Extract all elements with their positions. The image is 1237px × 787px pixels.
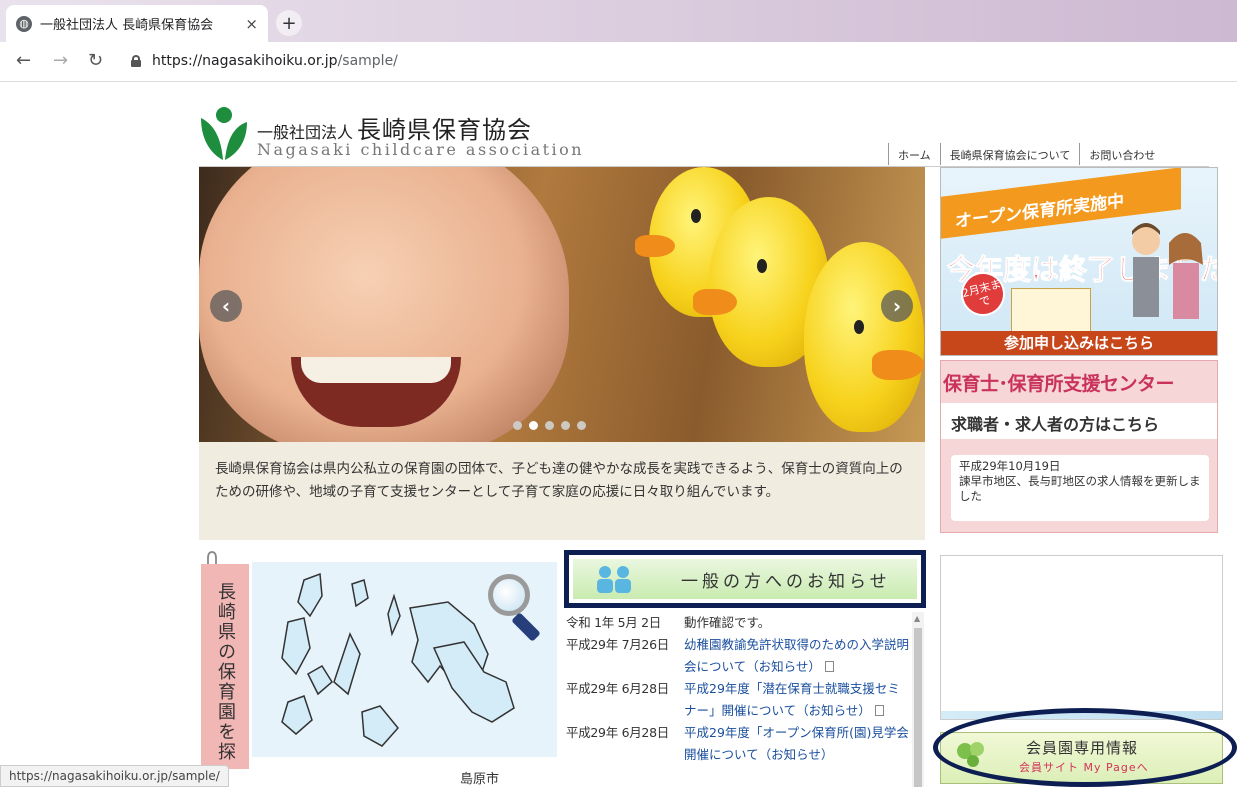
tab-title: 一般社団法人 長崎県保育協会: [40, 18, 214, 33]
support-news-date: 平成29年10月19日: [959, 459, 1061, 473]
list-item[interactable]: 平成29年 6月28日 平成29年度「潜在保育士就職支援セミナー」開催について（…: [566, 678, 912, 722]
site-subtitle: Nagasaki childcare association: [257, 140, 585, 159]
slider-dot-active[interactable]: [529, 421, 538, 430]
support-center-news[interactable]: 平成29年10月19日 諫早市地区、長与町地区の求人情報を更新しました: [951, 455, 1209, 521]
news-link[interactable]: 平成29年度「潜在保育士就職支援セミナー」開催について（お知らせ）: [684, 678, 912, 722]
nursery-building-icon: [1011, 288, 1091, 332]
sidebar-blank-banner: [940, 555, 1223, 720]
top-nav: ホーム 長崎県保育協会について お問い合わせ: [888, 143, 1164, 165]
general-notice-header[interactable]: 一般の方へのお知らせ: [564, 550, 926, 608]
staff-illustration-icon: [1132, 223, 1203, 319]
notice-heading: 一般の方へのお知らせ: [681, 571, 891, 592]
close-tab-icon[interactable]: ×: [245, 15, 258, 33]
browser-tab-bar: ◍ 一般社団法人 長崎県保育協会 × +: [0, 0, 1237, 42]
notice-list: 令和 1年 5月 2日 動作確認です。 平成29年 7月26日 幼稚園教諭免許状…: [566, 612, 912, 787]
slider-next-button[interactable]: ›: [881, 290, 913, 322]
url-field[interactable]: https://nagasakihoiku.or.jp/sample/: [152, 53, 398, 69]
open-nursery-banner[interactable]: オープン保育所実施中 今年度は終了しました 2月末まで 参加申し込みはこちら: [940, 167, 1218, 356]
slider-dot[interactable]: [513, 421, 522, 430]
hero-slider[interactable]: [199, 167, 925, 442]
document-icon: [874, 705, 884, 716]
scroll-up-icon[interactable]: ▲: [914, 614, 920, 623]
support-center-banner[interactable]: 保育士･保育所支援センター 求職者・求人者の方はこちら 平成29年10月19日 …: [940, 360, 1218, 533]
status-bar-url: https://nagasakihoiku.or.jp/sample/: [0, 765, 229, 787]
slider-dot[interactable]: [561, 421, 570, 430]
list-item[interactable]: 令和 1年 5月 2日 動作確認です。: [566, 612, 912, 634]
map-city-label[interactable]: 島原市: [460, 768, 499, 787]
back-arrow-icon[interactable]: ←: [16, 50, 31, 71]
document-icon: [824, 661, 834, 672]
news-link[interactable]: 幼稚園教諭免許状取得のための入学説明会について（お知らせ）: [684, 634, 912, 678]
globe-icon: ◍: [16, 15, 32, 32]
list-item[interactable]: 平成29年 7月26日 幼稚園教諭免許状取得のための入学説明会について（お知らせ…: [566, 634, 912, 678]
news-date: 平成29年 6月28日: [566, 725, 669, 740]
reload-icon[interactable]: ↻: [88, 50, 103, 71]
nav-contact[interactable]: お問い合わせ: [1079, 143, 1164, 165]
search-magnifier-icon[interactable]: [488, 574, 530, 616]
forward-arrow-icon[interactable]: →: [53, 50, 68, 71]
intro-text: 長崎県保育協会は県内公私立の保育園の団体で、子ども達の健やかな成長を実践できるよ…: [199, 442, 925, 540]
leaf-logo-icon[interactable]: [199, 104, 249, 162]
news-link[interactable]: 平成29年度「オープン保育所(園)見学会開催について（お知らせ）: [684, 722, 912, 766]
slider-prev-button[interactable]: ‹: [210, 290, 242, 322]
slider-dots: [513, 421, 586, 430]
news-link[interactable]: 動作確認です。: [684, 612, 912, 634]
support-center-subtitle: 求職者・求人者の方はこちら: [941, 403, 1217, 439]
news-date: 平成29年 7月26日: [566, 637, 669, 652]
support-center-title: 保育士･保育所支援センター: [943, 373, 1175, 395]
address-bar: ← → ↻ https://nagasakihoiku.or.jp/sample…: [0, 42, 1237, 82]
support-news-text: 諫早市地区、長与町地区の求人情報を更新しました: [959, 474, 1201, 503]
new-tab-button[interactable]: +: [276, 10, 302, 36]
news-date: 平成29年 6月28日: [566, 681, 669, 696]
list-item[interactable]: 平成29年 6月28日 平成29年度「オープン保育所(園)見学会開催について（お…: [566, 722, 912, 766]
browser-tab[interactable]: ◍ 一般社団法人 長崎県保育協会 ×: [6, 5, 268, 42]
slider-dot[interactable]: [545, 421, 554, 430]
nav-home[interactable]: ホーム: [888, 143, 940, 165]
hero-child-image: [199, 167, 569, 442]
lock-icon: [131, 55, 141, 67]
nav-about[interactable]: 長崎県保育協会について: [939, 143, 1080, 165]
news-date: 令和 1年 5月 2日: [566, 615, 661, 630]
find-nursery-label[interactable]: 長崎県の保育園を探: [201, 564, 249, 769]
slider-dot[interactable]: [577, 421, 586, 430]
duck-image: [804, 242, 924, 432]
people-icon: [597, 566, 631, 593]
scrollbar-thumb[interactable]: [914, 628, 922, 787]
notice-scrollbar[interactable]: ▲: [912, 612, 924, 787]
apply-link[interactable]: 参加申し込みはこちら: [941, 331, 1217, 355]
highlight-ring: [933, 708, 1237, 787]
